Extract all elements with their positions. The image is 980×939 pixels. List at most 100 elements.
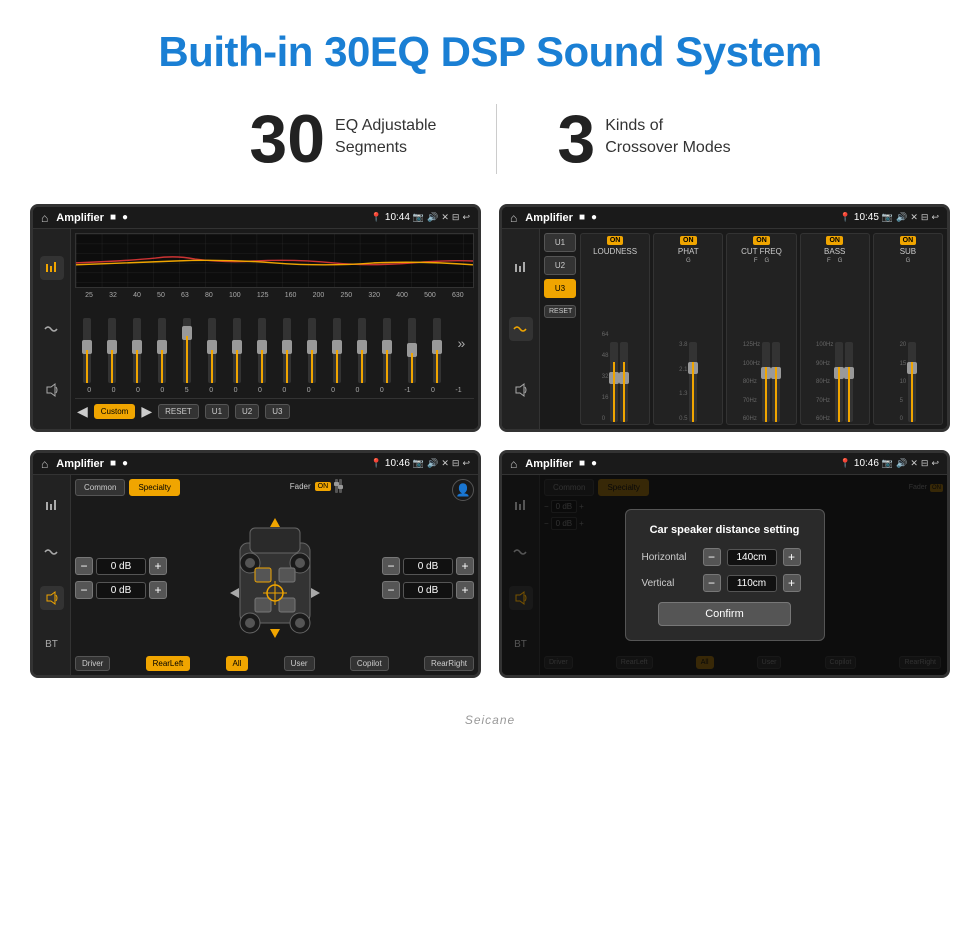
cutfreq-slider2[interactable]: [772, 342, 780, 422]
all-btn[interactable]: All: [226, 656, 249, 671]
vertical-minus-btn[interactable]: −: [703, 574, 721, 592]
eq-u2-btn[interactable]: U2: [235, 404, 259, 419]
dialog-app-title: Amplifier: [525, 458, 573, 470]
right-vol1-plus[interactable]: +: [456, 557, 474, 575]
crossover-content: U1 U2 U3 RESET ON LOUDNESS 644832160: [502, 229, 947, 429]
loudness-strip: ON LOUDNESS 644832160: [580, 233, 650, 425]
fader-sliders: [335, 479, 342, 493]
specialty-record-icon: ■: [110, 458, 116, 469]
specialty-sidebar-bt-icon[interactable]: BT: [40, 632, 64, 656]
crossover-sidebar-eq-icon[interactable]: [509, 256, 533, 280]
vertical-plus-btn[interactable]: +: [783, 574, 801, 592]
fader-on-badge: ON: [315, 482, 332, 491]
right-vol2-minus[interactable]: −: [382, 581, 400, 599]
dialog-overlay: Car speaker distance setting Horizontal …: [502, 475, 947, 675]
right-vol-row-1: − 0 dB +: [382, 557, 474, 575]
eq-sidebar-eq-icon[interactable]: [40, 256, 64, 280]
dialog-home-icon[interactable]: ⌂: [510, 457, 517, 471]
stat-eq: 30 EQ Adjustable Segments: [189, 105, 496, 173]
eq-record-icon: ■: [110, 212, 116, 223]
crossover-record-icon: ■: [579, 212, 585, 223]
horizontal-minus-btn[interactable]: −: [703, 548, 721, 566]
user-btn[interactable]: User: [284, 656, 315, 671]
right-vol2-plus[interactable]: +: [456, 581, 474, 599]
eq-main-panel: 253240506380100125160200250320400500630: [71, 229, 478, 429]
specialty-home-icon[interactable]: ⌂: [41, 457, 48, 471]
eq-sidebar-wave-icon[interactable]: [40, 317, 64, 341]
horizontal-plus-btn[interactable]: +: [783, 548, 801, 566]
crossover-u3-btn[interactable]: U3: [544, 279, 576, 298]
specialty-content: BT Common Specialty Fader ON: [33, 475, 478, 675]
speaker-distance-dialog: Car speaker distance setting Horizontal …: [625, 509, 825, 641]
home-icon[interactable]: ⌂: [41, 211, 48, 225]
eq-sliders: »: [75, 303, 474, 383]
crossover-sidebar-speaker-icon[interactable]: [509, 378, 533, 402]
crossover-home-icon[interactable]: ⌂: [510, 211, 517, 225]
crossover-inner: U1 U2 U3 RESET ON LOUDNESS 644832160: [544, 233, 943, 425]
eq-sidebar-speaker-icon[interactable]: [40, 378, 64, 402]
specialty-location-icon: 📍: [371, 458, 382, 469]
cutfreq-slider1[interactable]: [762, 342, 770, 422]
slider-13: [383, 318, 391, 383]
sub-slider[interactable]: [908, 342, 916, 422]
eq-prev-icon[interactable]: ◀: [77, 403, 88, 420]
crossover-status-icons: 📍 10:45 📷 🔊 ✕ ⊟ ↩: [840, 212, 939, 223]
dialog-volume-icon: 🔊: [896, 458, 907, 469]
eq-reset-btn[interactable]: RESET: [158, 404, 199, 419]
specialty-sidebar-eq-icon[interactable]: [40, 494, 64, 518]
location-icon: 📍: [371, 212, 382, 223]
eq-play-icon[interactable]: ▶: [141, 403, 152, 420]
dialog-camera-icon: 📷: [882, 458, 893, 469]
slider-7: [233, 318, 241, 383]
bass-slider2[interactable]: [845, 342, 853, 422]
eq-custom-btn[interactable]: Custom: [94, 404, 136, 419]
phat-slider[interactable]: [689, 342, 697, 422]
phat-strip: ON PHAT G 3.82.11.30.5: [653, 233, 723, 425]
crossover-sidebar-wave-icon[interactable]: [509, 317, 533, 341]
specialty-status-bar: ⌂ Amplifier ■ ● 📍 10:46 📷 🔊 ✕ ⊟ ↩: [33, 453, 478, 475]
vertical-value: 110cm: [727, 575, 777, 592]
crossover-u2-btn[interactable]: U2: [544, 256, 576, 275]
left-vol2-minus[interactable]: −: [75, 581, 93, 599]
eq-u3-btn[interactable]: U3: [265, 404, 289, 419]
loudness-slider2[interactable]: [620, 342, 628, 422]
eq-freq-labels: 253240506380100125160200250320400500630: [75, 292, 474, 299]
eq-u1-btn[interactable]: U1: [205, 404, 229, 419]
sub-on: ON: [900, 236, 917, 245]
left-vol-controls: − 0 dB + − 0 dB +: [75, 506, 167, 650]
bass-slider1[interactable]: [835, 342, 843, 422]
common-tab[interactable]: Common: [75, 479, 125, 496]
loudness-slider[interactable]: [610, 342, 618, 422]
specialty-sidebar-wave-icon[interactable]: [40, 540, 64, 564]
specialty-tab[interactable]: Specialty: [129, 479, 179, 496]
slider-11: [333, 318, 341, 383]
left-vol1-plus[interactable]: +: [149, 557, 167, 575]
crossover-reset-btn[interactable]: RESET: [544, 305, 576, 318]
dialog-time: 10:46: [854, 458, 879, 469]
rearright-btn[interactable]: RearRight: [424, 656, 474, 671]
sub-label: SUB: [900, 247, 916, 256]
left-vol2-plus[interactable]: +: [149, 581, 167, 599]
eq-app-title: Amplifier: [56, 212, 104, 224]
slider-9: [283, 318, 291, 383]
rearleft-btn[interactable]: RearLeft: [146, 656, 191, 671]
crossover-u1-btn[interactable]: U1: [544, 233, 576, 252]
stats-row: 30 EQ Adjustable Segments 3 Kinds of Cro…: [0, 94, 980, 204]
car-diagram: [225, 513, 325, 643]
bass-label: BASS: [824, 247, 845, 256]
slider-5: [183, 318, 191, 383]
crossover-window-icon: ⊟: [921, 212, 929, 223]
cutfreq-strip: ON CUT FREQ FG 125Hz100Hz80Hz70Hz60Hz: [726, 233, 796, 425]
confirm-button[interactable]: Confirm: [658, 602, 791, 626]
left-vol1-minus[interactable]: −: [75, 557, 93, 575]
bass-strip: ON BASS FG 100Hz90Hz80Hz70Hz60Hz: [800, 233, 870, 425]
left-vol1-value: 0 dB: [96, 558, 146, 575]
crossover-app-title: Amplifier: [525, 212, 573, 224]
right-vol1-minus[interactable]: −: [382, 557, 400, 575]
close-icon: ✕: [441, 212, 449, 223]
slider-14: [408, 318, 416, 383]
specialty-sidebar-speaker-icon[interactable]: [40, 586, 64, 610]
copilot-btn[interactable]: Copilot: [350, 656, 389, 671]
crossover-number: 3: [557, 105, 595, 173]
driver-btn[interactable]: Driver: [75, 656, 110, 671]
